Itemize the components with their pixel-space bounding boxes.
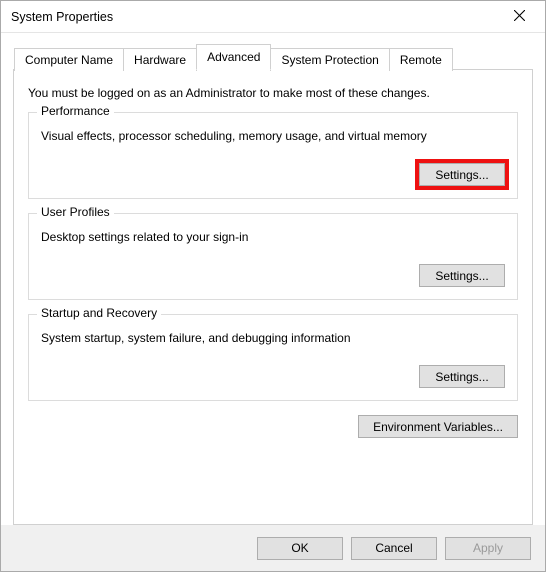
tab-computer-name[interactable]: Computer Name [14,48,124,71]
system-properties-window: System Properties Computer Name Hardware… [0,0,546,572]
performance-desc: Visual effects, processor scheduling, me… [41,129,505,143]
cancel-button[interactable]: Cancel [351,537,437,560]
startup-recovery-settings-button[interactable]: Settings... [419,365,505,388]
tab-system-protection[interactable]: System Protection [270,48,389,71]
dialog-footer: OK Cancel Apply [1,525,545,571]
user-profiles-settings-button[interactable]: Settings... [419,264,505,287]
user-profiles-button-row: Settings... [41,264,505,287]
startup-recovery-desc: System startup, system failure, and debu… [41,331,505,345]
user-profiles-group: User Profiles Desktop settings related t… [28,213,518,300]
tabstrip: Computer Name Hardware Advanced System P… [14,43,533,69]
titlebar: System Properties [1,1,545,33]
apply-button[interactable]: Apply [445,537,531,560]
tab-hardware[interactable]: Hardware [123,48,197,71]
startup-recovery-group-title: Startup and Recovery [37,306,161,320]
client-area: Computer Name Hardware Advanced System P… [1,33,545,525]
ok-button[interactable]: OK [257,537,343,560]
tab-remote[interactable]: Remote [389,48,453,71]
startup-recovery-group: Startup and Recovery System startup, sys… [28,314,518,401]
environment-variables-button[interactable]: Environment Variables... [358,415,518,438]
performance-button-row: Settings... [41,163,505,186]
performance-group-title: Performance [37,104,114,118]
performance-settings-button[interactable]: Settings... [419,163,505,186]
startup-recovery-button-row: Settings... [41,365,505,388]
env-vars-row: Environment Variables... [28,415,518,438]
tab-advanced[interactable]: Advanced [196,44,271,70]
user-profiles-group-title: User Profiles [37,205,114,219]
close-icon [514,10,525,24]
user-profiles-desc: Desktop settings related to your sign-in [41,230,505,244]
close-button[interactable] [499,3,539,31]
performance-group: Performance Visual effects, processor sc… [28,112,518,199]
intro-text: You must be logged on as an Administrato… [28,86,518,100]
advanced-tab-panel: You must be logged on as an Administrato… [13,69,533,525]
window-title: System Properties [11,10,499,24]
